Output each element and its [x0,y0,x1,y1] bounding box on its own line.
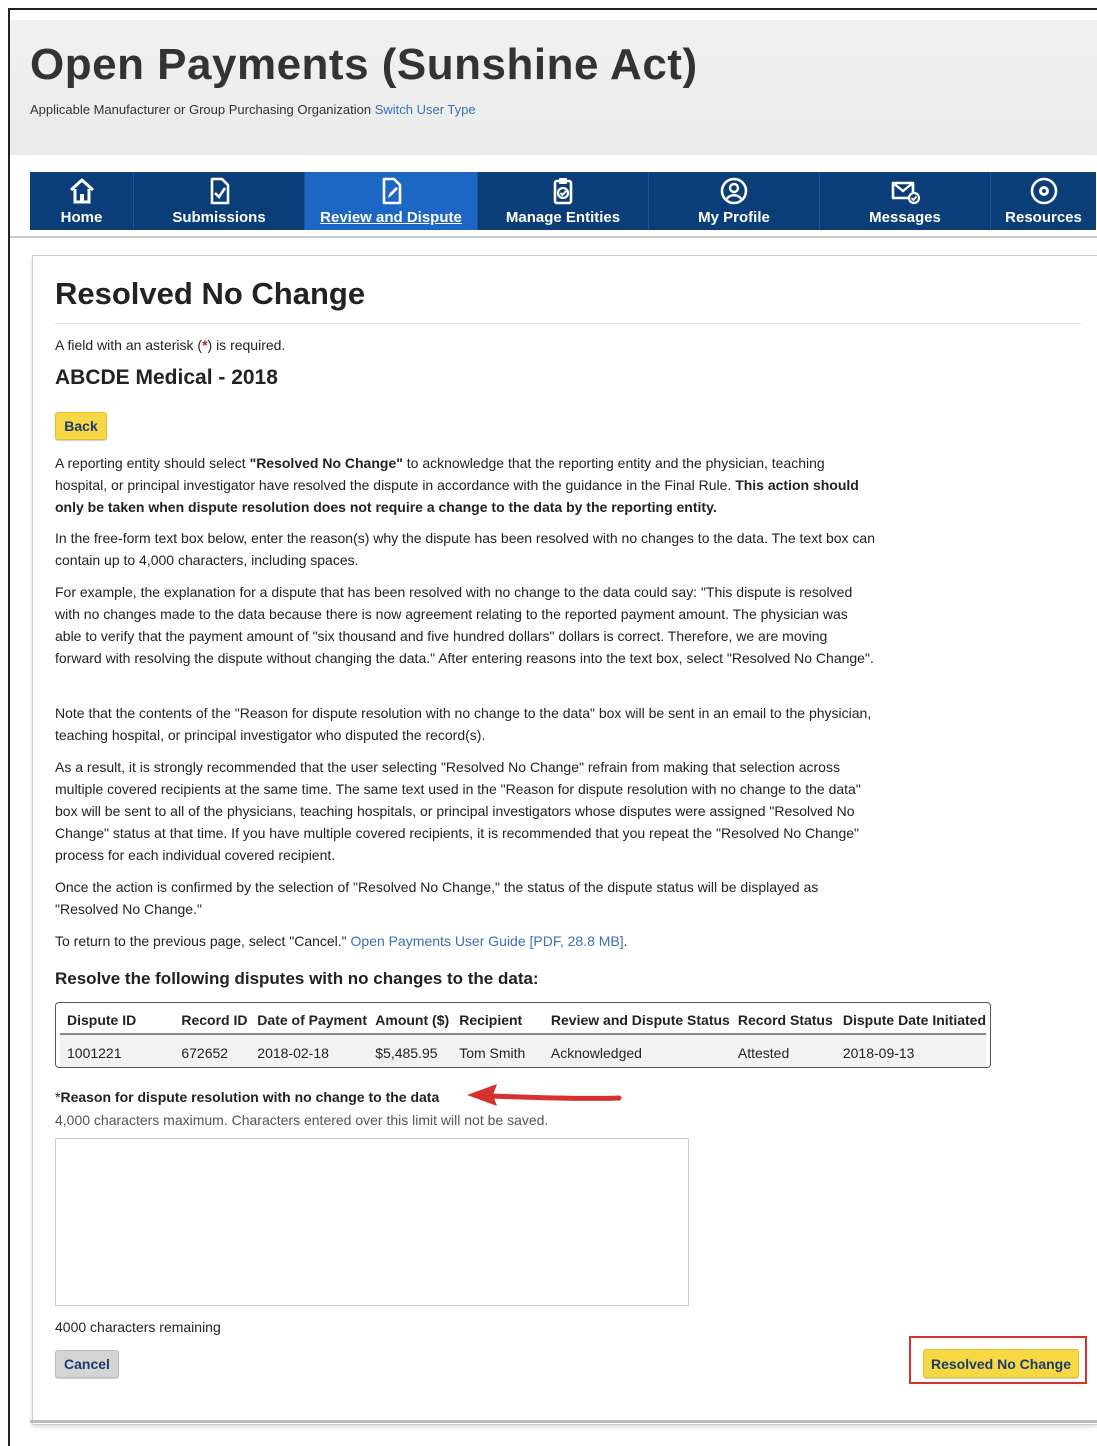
table-cell-recipient: Tom Smith [452,1034,544,1067]
cancel-button[interactable]: Cancel [55,1350,119,1378]
table-cell-amount: $5,485.95 [368,1034,453,1067]
profile-icon [720,177,748,205]
disputes-table-container: Dispute ID Record ID Date of Payment Amo… [55,1002,991,1068]
column-header: Date of Payment [250,1007,369,1035]
table-cell-record-status: Attested [730,1034,836,1067]
user-guide-link[interactable]: Open Payments User Guide [PDF, 28.8 MB] [351,933,624,949]
nav-review-dispute-label: Review and Dispute [320,209,462,226]
nav-resources[interactable]: Resources [991,172,1096,230]
nav-my-profile-label: My Profile [698,209,770,226]
reason-field-hint: 4,000 characters maximum. Characters ent… [55,1112,549,1128]
column-header: Dispute ID [60,1007,175,1035]
switch-user-type-link[interactable]: Switch User Type [375,102,476,117]
table-cell-review-status: Acknowledged [543,1034,731,1067]
nav-home-label: Home [60,209,103,226]
table-row[interactable]: 1001221 672652 2018-02-18 $5,485.95 Tom … [60,1034,986,1067]
instruction-paragraph-1: A reporting entity should select "Resolv… [55,452,875,518]
instruction-paragraph-7: To return to the previous page, select "… [55,930,875,952]
column-header: Recipient [452,1007,544,1035]
column-header: Review and Dispute Status [543,1007,731,1035]
nav-manage-entities[interactable]: Manage Entities [478,172,649,230]
required-note-text: A field with an asterisk ( [55,337,203,353]
nav-resources-label: Resources [1005,209,1082,226]
back-button[interactable]: Back [55,412,107,440]
p1-bold-b: "Resolved No Change" [249,455,403,471]
home-icon [69,178,94,204]
reason-field-label: *Reason for dispute resolution with no c… [55,1089,439,1105]
site-title: Open Payments (Sunshine Act) [30,40,698,89]
required-note: A field with an asterisk (*) is required… [55,337,285,353]
nav-my-profile[interactable]: My Profile [649,172,820,230]
review-edit-icon [382,177,402,205]
instruction-paragraph-2: In the free-form text box below, enter t… [55,530,876,568]
content-panel: Resolved No Change A field with an aster… [32,255,1097,1425]
instruction-paragraph-5: As a result, it is strongly recommended … [55,759,861,863]
resources-icon [1030,177,1057,205]
column-header: Record Status [730,1007,836,1035]
panel-bottom-edge [30,1420,1097,1423]
instruction-paragraph-3: For example, the explanation for a dispu… [55,584,874,666]
p7-text: To return to the previous page, select "… [55,933,351,949]
submissions-icon [210,177,230,205]
nav-review-dispute[interactable]: Review and Dispute [305,172,478,230]
page-title: Resolved No Change [55,276,366,311]
table-cell-dispute-date: 2018-09-13 [835,1034,986,1067]
user-type-line: Applicable Manufacturer or Group Purchas… [30,102,476,117]
annotation-arrow-icon [467,1084,622,1106]
resolved-no-change-button[interactable]: Resolved No Change [923,1349,1079,1378]
characters-remaining: 4000 characters remaining [55,1319,221,1335]
site-header: Open Payments (Sunshine Act) Applicable … [10,20,1097,155]
nav-submissions[interactable]: Submissions [134,172,305,230]
p7-end: . [623,933,628,949]
entity-title: ABCDE Medical - 2018 [55,366,278,389]
table-cell-date-of-payment: 2018-02-18 [250,1034,369,1067]
instruction-paragraph-6: Once the action is confirmed by the sele… [55,879,819,917]
nav-submissions-label: Submissions [172,209,266,226]
nav-manage-entities-label: Manage Entities [505,209,621,226]
column-header: Amount ($) [368,1007,453,1035]
required-note-end: ) is required. [207,337,286,353]
instruction-paragraph-4: Note that the contents of the "Reason fo… [55,705,872,743]
disputes-section-title: Resolve the following disputes with no c… [55,969,539,988]
reason-label-text: Reason for dispute resolution with no ch… [60,1089,440,1105]
nav-divider [10,236,1097,238]
table-cell-dispute-id: 1001221 [60,1034,175,1067]
envelope-icon [891,181,921,205]
table-cell-record-id: 672652 [174,1034,251,1067]
nav-home[interactable]: Home [30,172,134,230]
nav-messages-label: Messages [869,209,941,226]
main-nav: Home Submissions Review and Dispute Mana… [30,172,1096,230]
disputes-table: Dispute ID Record ID Date of Payment Amo… [60,1007,986,1067]
user-type-text: Applicable Manufacturer or Group Purchas… [30,102,372,117]
nav-messages[interactable]: Messages [820,172,991,230]
p1-text-a: A reporting entity should select [55,455,250,471]
column-header: Dispute Date Initiated [835,1007,986,1035]
table-header-row: Dispute ID Record ID Date of Payment Amo… [60,1007,986,1035]
column-header: Record ID [174,1007,251,1035]
title-divider [55,323,1081,324]
reason-textarea[interactable] [55,1138,689,1306]
clipboard-icon [553,178,573,205]
